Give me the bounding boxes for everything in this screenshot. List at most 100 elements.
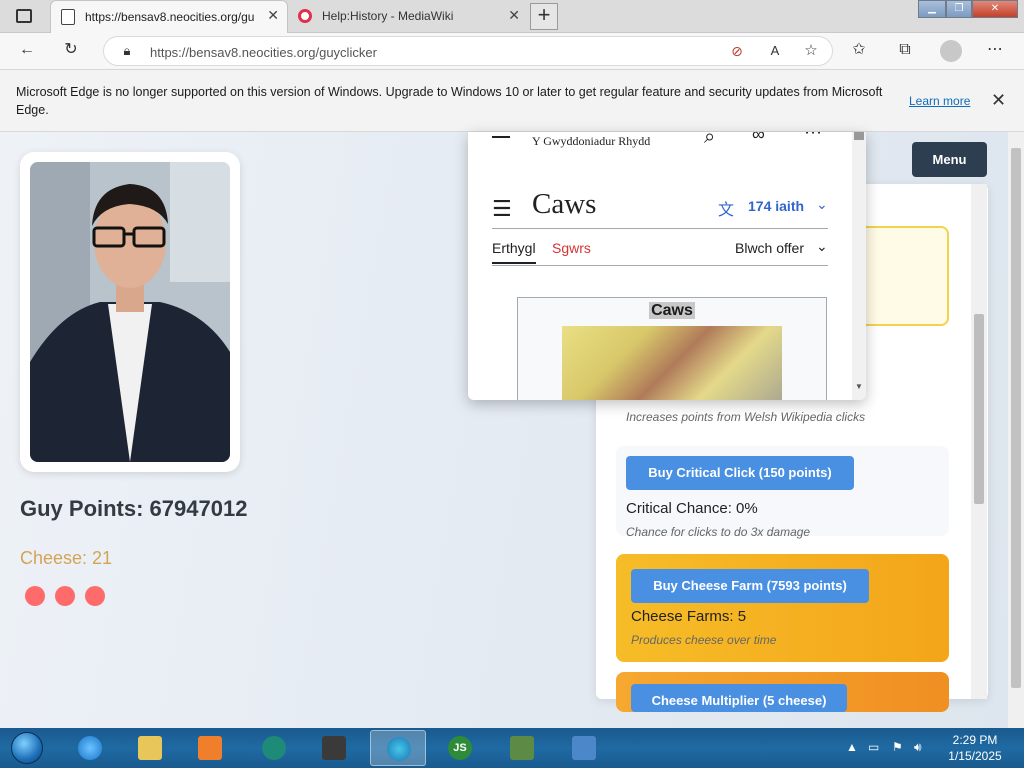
chevron-down-icon[interactable]: ⌄ [816, 196, 828, 213]
indicator-dot [25, 586, 45, 606]
more-icon[interactable]: ⋯ [804, 132, 822, 143]
utility-app[interactable] [306, 730, 362, 766]
buy-critical-button[interactable]: Buy Critical Click (150 points) [626, 456, 854, 490]
add-favorite-icon[interactable]: ☆ [800, 40, 822, 62]
guy-photo[interactable] [30, 162, 230, 462]
read-aloud-icon[interactable]: A [764, 40, 786, 62]
wiki-article-title: Caws [532, 188, 597, 220]
edge-app[interactable] [370, 730, 426, 766]
more-icon[interactable]: ⋯ [984, 39, 1006, 61]
network-icon[interactable]: ▭ [868, 740, 879, 754]
scroll-down-arrow[interactable]: ▼ [855, 382, 863, 391]
close-window-button[interactable]: ✕ [972, 0, 1018, 18]
close-icon[interactable]: ✕ [267, 7, 279, 24]
cheese-count: Cheese: 21 [20, 548, 113, 568]
scroll-thumb[interactable] [974, 314, 984, 504]
show-hidden-icons[interactable]: ▲ [846, 740, 858, 754]
wiki-site-name: Y Gwyddoniadur Rhydd [532, 134, 651, 148]
chevron-down-icon[interactable]: ⌄ [816, 238, 828, 255]
critical-stat: Critical Chance: 0% [626, 500, 758, 517]
guy-points: Guy Points: 67947012 [20, 496, 248, 521]
cheese-image[interactable] [562, 326, 782, 400]
tab-title: https://bensav8.neocities.org/gu [85, 10, 255, 24]
collections-icon[interactable]: ⧉ [894, 39, 916, 61]
tools-dropdown[interactable]: Blwch offer [735, 240, 804, 256]
multiplier-card: Cheese Multiplier (5 cheese) [616, 672, 949, 712]
taskbar: JS ▲ ▭ ⚑ 🔊︎ 2:29 PM 1/15/2025 [0, 728, 1024, 768]
buy-cheese-farm-button[interactable]: Buy Cheese Farm (7593 points) [631, 569, 869, 603]
clock-date: 1/15/2025 [948, 749, 1002, 763]
tab-actions-icon[interactable] [16, 9, 32, 23]
url-text: https://bensav8.neocities.org/guyclicker [150, 45, 377, 60]
explorer-app[interactable] [122, 730, 178, 766]
browser-toolbar: ← ↻ 🔒︎ https://bensav8.neocities.org/guy… [0, 33, 1024, 70]
avatar[interactable] [940, 40, 962, 62]
tab-talk[interactable]: Sgwrs [552, 240, 591, 256]
close-icon[interactable]: ✕ [991, 90, 1006, 111]
restore-button[interactable]: ❐ [946, 0, 972, 18]
learn-more-link[interactable]: Learn more [909, 94, 970, 108]
js-icon: JS [448, 736, 472, 760]
node-app[interactable]: JS [432, 730, 488, 766]
start-button[interactable] [4, 728, 48, 768]
windows-orb-icon [11, 732, 43, 764]
clock-time: 2:29 PM [952, 733, 998, 747]
hamburger-icon[interactable] [492, 136, 510, 138]
scroll-thumb[interactable] [1011, 148, 1021, 688]
back-icon[interactable]: ← [16, 39, 38, 61]
tracking-blocked-icon[interactable]: ⊘ [726, 40, 748, 62]
task-manager-app[interactable] [494, 730, 550, 766]
shop-scrollbar[interactable] [971, 184, 987, 699]
media-app[interactable] [182, 730, 238, 766]
critical-desc: Chance for clicks to do 3x damage [626, 525, 811, 539]
unsupported-infobar: Microsoft Edge is no longer supported on… [0, 70, 1024, 132]
farm-stat: Cheese Farms: 5 [631, 608, 747, 625]
toc-icon[interactable]: ☰ [492, 196, 512, 222]
lock-icon[interactable]: 🔒︎ [116, 40, 138, 62]
close-icon[interactable]: ✕ [508, 7, 520, 24]
game-app[interactable] [246, 730, 302, 766]
tab-guyclicker[interactable]: https://bensav8.neocities.org/gu ✕ [50, 0, 288, 33]
system-clock[interactable]: 2:29 PM 1/15/2025 [940, 732, 1010, 764]
infobox: Caws [517, 297, 827, 400]
buy-multiplier-button[interactable]: Cheese Multiplier (5 cheese) [631, 684, 847, 712]
refresh-icon[interactable]: ↻ [60, 39, 82, 61]
indicator-dot [55, 586, 75, 606]
page-scrollbar[interactable] [1008, 132, 1024, 728]
tab-mediawiki[interactable]: Help:History - MediaWiki ✕ [292, 3, 526, 31]
infobar-message: Microsoft Edge is no longer supported on… [16, 85, 883, 117]
address-bar[interactable]: 🔒︎ https://bensav8.neocities.org/guyclic… [103, 36, 833, 66]
scroll-thumb[interactable] [854, 132, 864, 140]
volume-icon[interactable]: 🔊︎ [914, 740, 922, 755]
flag-icon[interactable]: ⚑ [892, 740, 903, 754]
rdp-app[interactable] [556, 730, 612, 766]
menu-button[interactable]: Menu [912, 142, 987, 177]
tab-article[interactable]: Erthygl [492, 240, 536, 264]
guy-photo-frame[interactable] [20, 152, 240, 472]
indicator-dot [85, 586, 105, 606]
folder-icon [138, 736, 162, 760]
remote-desktop-icon [572, 736, 596, 760]
favorites-icon[interactable]: ✩ [848, 39, 870, 61]
translate-icon[interactable]: 文 [718, 196, 734, 220]
wiki-popup: Y Gwyddoniadur Rhydd ⌕ ∞ ⋯ ☰ Caws 文 174 … [468, 132, 866, 400]
new-tab-button[interactable]: + [530, 3, 558, 30]
critical-card: Buy Critical Click (150 points) Critical… [616, 446, 949, 539]
farm-desc: Produces cheese over time [631, 633, 777, 647]
divider [492, 228, 828, 229]
opera-icon [298, 9, 312, 23]
wiki-scrollbar[interactable]: ▼ [852, 132, 866, 400]
edge-icon [387, 737, 411, 761]
language-count[interactable]: 174 iaith [748, 198, 804, 214]
upgrade-desc: Increases points from Welsh Wikipedia cl… [626, 410, 866, 424]
divider [492, 265, 828, 266]
search-icon[interactable]: ⌕ [704, 132, 715, 149]
game-icon [262, 736, 286, 760]
page-icon [61, 9, 75, 25]
glasses-icon[interactable]: ∞ [752, 132, 765, 145]
tab-title: Help:History - MediaWiki [322, 9, 454, 23]
ie-icon [78, 736, 102, 760]
ie-app[interactable] [62, 730, 118, 766]
infobox-caption: Caws [649, 302, 695, 319]
minimize-button[interactable]: ▁ [918, 0, 946, 18]
